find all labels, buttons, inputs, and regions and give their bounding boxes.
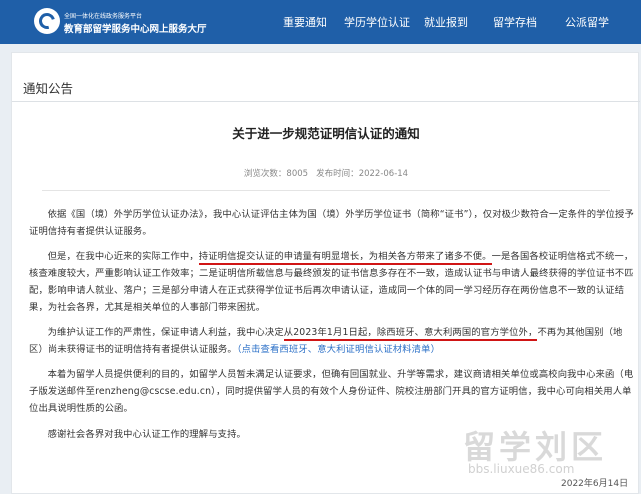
date-label: 发布时间：	[316, 169, 359, 179]
watermark-url: bbs.liuxue86.com	[468, 462, 575, 476]
paragraph-3-intro: 为维护认证工作的严肃性，保证申请人利益，我中心决定	[47, 327, 284, 338]
brand-title[interactable]: 教育部留学服务中心网上服务大厅	[64, 21, 207, 35]
top-navbar: 全国一体化在线政务服务平台 教育部留学服务中心网上服务大厅 重要通知 学历学位认…	[0, 0, 641, 44]
views-count: 8005	[286, 169, 309, 179]
divider	[12, 101, 640, 102]
nav-public-study-abroad[interactable]: 公派留学	[565, 14, 609, 30]
brand-subtitle: 全国一体化在线政务服务平台	[64, 13, 143, 20]
notice-meta: 浏览次数：8005 发布时间：2022-06-14	[12, 167, 640, 179]
paragraph-3: 为维护认证工作的严肃性，保证申请人利益，我中心决定从2023年1月1日起，除西班…	[29, 324, 634, 358]
publish-date: 2022-06-14	[358, 169, 409, 179]
date-stamp: 2022年6月14日	[561, 479, 629, 489]
nav-important-notice[interactable]: 重要通知	[283, 14, 327, 30]
meta-divider	[42, 190, 610, 191]
paragraph-1: 依据《国（境）外学历学位认证办法》，我中心认证评估主体为国（境）外学历学位证书（…	[29, 209, 634, 237]
highlighted-date-text: 从2023年1月1日起，除西班牙、意大利两国的官方学位外，	[283, 327, 538, 341]
paragraph-2-intro: 但是，在我中心近来的实际工作中，	[47, 251, 199, 262]
logo-icon[interactable]	[34, 8, 60, 34]
section-title: 通知公告	[23, 81, 74, 96]
nav-study-archive[interactable]: 留学存档	[493, 14, 537, 30]
highlighted-text: 持证明信提交认证的申请量有明显增长，为相关各方带来了诸多不便。	[198, 251, 492, 265]
notice-title: 关于进一步规范证明信认证的通知	[232, 126, 420, 141]
nav-employment-registration[interactable]: 就业报到	[424, 14, 468, 30]
nav-degree-certification[interactable]: 学历学位认证	[344, 14, 410, 30]
materials-list-link[interactable]: （点击查看西班牙、意大利证明信认证材料清单）	[237, 344, 440, 355]
paragraph-2: 但是，在我中心近来的实际工作中，持证明信提交认证的申请量有明显增长，为相关各方带…	[29, 248, 634, 316]
views-label: 浏览次数：	[243, 169, 287, 179]
paragraph-4: 本着为留学人员提供便利的目的，如留学人员暂未满足认证要求，但确有回国就业、升学等…	[29, 369, 634, 414]
